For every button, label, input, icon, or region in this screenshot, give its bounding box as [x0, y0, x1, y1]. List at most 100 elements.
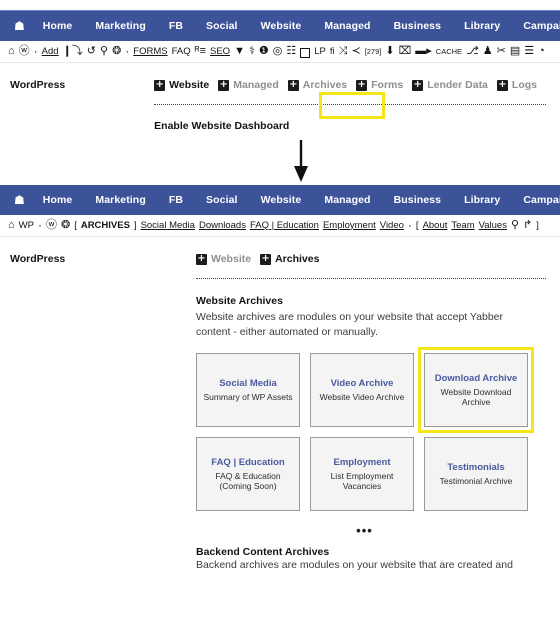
- toolbar-item-[interactable]: ⓦ: [46, 220, 57, 231]
- plus-icon[interactable]: +: [496, 79, 508, 91]
- breadcrumb-item-archives[interactable]: + Archives: [287, 79, 347, 91]
- archive-card-download-archive[interactable]: Download Archive Website Download Archive: [424, 353, 528, 428]
- toolbar-item-[interactable]: ·: [408, 219, 412, 231]
- toolbar-item-[interactable]: ↺: [87, 46, 96, 57]
- toolbar-item-wp[interactable]: WP: [19, 221, 34, 231]
- breadcrumb-item-managed[interactable]: + Managed: [218, 79, 279, 91]
- toolbar-item-[interactable]: [: [416, 221, 419, 231]
- toolbar-item-[interactable]: ]: [134, 221, 137, 231]
- nav-item-website[interactable]: Website: [261, 20, 302, 32]
- nav-item-website[interactable]: Website: [261, 194, 302, 206]
- nav-item-fb[interactable]: FB: [169, 194, 183, 206]
- toolbar-item-[interactable]: ❂: [61, 220, 70, 231]
- nav-item-home[interactable]: Home: [43, 20, 73, 32]
- toolbar-item-[interactable]: ▤: [510, 46, 520, 57]
- plus-icon[interactable]: +: [412, 79, 424, 91]
- toolbar-item-[interactable]: ✂: [497, 46, 506, 57]
- toolbar-item-[interactable]: ·: [125, 45, 129, 57]
- breadcrumb-top[interactable]: + Website + Managed + Archives + Forms + Lender D…: [154, 79, 546, 91]
- toolbar-item-forms[interactable]: FORMS: [133, 47, 167, 57]
- toolbar-item-[interactable]: ☷: [286, 46, 296, 57]
- toolbar-item-[interactable]: [: [74, 221, 77, 231]
- plus-icon[interactable]: +: [287, 79, 299, 91]
- nav-item-library[interactable]: Library: [464, 194, 500, 206]
- toolbar-item-faq[interactable]: FAQ: [172, 47, 191, 57]
- toolbar-item-archives[interactable]: ARCHIVES: [81, 221, 130, 231]
- toolbar-item-279[interactable]: [279]: [365, 48, 382, 56]
- breadcrumb-item-logs[interactable]: + Logs: [496, 79, 537, 91]
- nav-item-campaigns[interactable]: Campaigns: [523, 194, 560, 206]
- breadcrumb-item-archives[interactable]: + Archives: [260, 253, 319, 265]
- toolbar-item-team[interactable]: Team: [451, 221, 474, 231]
- archive-card-testimonials[interactable]: Testimonials Testimonial Archive: [424, 437, 528, 512]
- toolbar-item-[interactable]: ⚕: [249, 46, 255, 57]
- nav-item-campaigns[interactable]: Campaigns: [523, 20, 560, 32]
- nav-item-managed[interactable]: Managed: [324, 194, 370, 206]
- toolbar-item-[interactable]: ↱: [523, 220, 532, 231]
- toolbar-item-[interactable]: ·: [38, 219, 42, 231]
- toolbar-item-[interactable]: ≺: [351, 46, 360, 57]
- toolbar-item-[interactable]: ▬▸: [415, 46, 432, 57]
- breadcrumb-item-website[interactable]: + Website: [154, 79, 209, 91]
- toolbar-item-[interactable]: ]: [536, 221, 539, 231]
- toolbar-item-social-media[interactable]: Social Media: [141, 221, 195, 231]
- nav-item-business[interactable]: Business: [394, 20, 442, 32]
- archive-card-employment[interactable]: Employment List Employment Vacancies: [310, 437, 414, 512]
- nav-item-social[interactable]: Social: [206, 20, 238, 32]
- toolbar-item-[interactable]: ⓦ: [19, 46, 30, 57]
- toolbar-item-video[interactable]: Video: [380, 221, 404, 231]
- nav-item-library[interactable]: Library: [464, 20, 500, 32]
- plus-icon[interactable]: +: [154, 79, 166, 91]
- toolbar-item-[interactable]: ⌂: [8, 46, 15, 57]
- toolbar-item-[interactable]: ⚲: [100, 46, 108, 57]
- home-icon[interactable]: ☗: [14, 20, 25, 32]
- plus-icon[interactable]: +: [356, 79, 368, 91]
- toolbar-item-add[interactable]: Add: [42, 47, 59, 57]
- toolbar-item-[interactable]: ◔: [538, 46, 545, 57]
- toolbar-item-[interactable]: ⎇: [466, 46, 479, 57]
- nav-item-managed[interactable]: Managed: [324, 20, 370, 32]
- nav-item-home[interactable]: Home: [43, 194, 73, 206]
- toolbar-item-[interactable]: ▼: [234, 46, 245, 57]
- home-icon[interactable]: ☗: [14, 194, 25, 206]
- wp-admin-toolbar-bottom[interactable]: ⌂ WP · ⓦ ❂ [ARCHIVES] Social Media Downloads FAQ…: [0, 215, 560, 237]
- toolbar-item-fi[interactable]: fi: [330, 47, 335, 57]
- toolbar-item-[interactable]: ⚲: [511, 220, 519, 231]
- nav-item-marketing[interactable]: Marketing: [95, 20, 146, 32]
- toolbar-item-seo[interactable]: SEO: [210, 47, 230, 57]
- toolbar-item-[interactable]: ᴿ≡: [195, 46, 206, 57]
- toolbar-item-cache[interactable]: CACHE: [436, 48, 462, 56]
- breadcrumb-bottom[interactable]: + Website + Archives: [196, 253, 546, 265]
- breadcrumb-item-forms[interactable]: + Forms: [356, 79, 403, 91]
- toolbar-item-[interactable]: ⤨: [339, 46, 348, 57]
- toolbar-item-[interactable]: ❙⤵: [63, 46, 83, 57]
- toolbar-item-[interactable]: ◎: [273, 46, 283, 57]
- nav-item-fb[interactable]: FB: [169, 20, 183, 32]
- toolbar-item-[interactable]: ⌂: [8, 220, 15, 231]
- nav-item-business[interactable]: Business: [394, 194, 442, 206]
- plus-icon[interactable]: +: [196, 253, 207, 265]
- archive-card-faq-education[interactable]: FAQ | Education FAQ & Education (Coming S…: [196, 437, 300, 512]
- toolbar-item-[interactable]: [300, 47, 311, 58]
- toolbar-item-[interactable]: ♟: [483, 46, 493, 57]
- toolbar-item-values[interactable]: Values: [479, 221, 507, 231]
- toolbar-item-employment[interactable]: Employment: [323, 221, 376, 231]
- toolbar-item-[interactable]: ❂: [112, 46, 121, 57]
- toolbar-item-about[interactable]: About: [423, 221, 448, 231]
- archive-card-video-archive[interactable]: Video Archive Website Video Archive: [310, 353, 414, 428]
- breadcrumb-item-lender-data[interactable]: + Lender Data: [412, 79, 488, 91]
- toolbar-item-[interactable]: ⌧: [399, 46, 412, 57]
- nav-item-social[interactable]: Social: [206, 194, 238, 206]
- toolbar-item-[interactable]: ☰: [524, 46, 534, 57]
- wp-admin-toolbar-top[interactable]: ⌂ ⓦ · Add ❙⤵ ↺ ⚲ ❂ · FORMS FAQ ᴿ≡ SEO ▼ ⚕ ❶ ◎ ☷ LP fi ⤨ ≺ [279…: [0, 41, 560, 63]
- archive-card-social-media[interactable]: Social Media Summary of WP Assets: [196, 353, 300, 428]
- nav-item-marketing[interactable]: Marketing: [95, 194, 146, 206]
- breadcrumb-item-website[interactable]: + Website: [196, 253, 251, 265]
- plus-icon[interactable]: +: [260, 253, 272, 265]
- plus-icon[interactable]: +: [218, 79, 230, 91]
- toolbar-item-[interactable]: ❶: [259, 46, 269, 57]
- toolbar-item-[interactable]: ·: [34, 45, 38, 57]
- toolbar-item-downloads[interactable]: Downloads: [199, 221, 246, 231]
- toolbar-item-lp[interactable]: LP: [314, 47, 326, 57]
- toolbar-item-[interactable]: ⬇: [385, 46, 394, 57]
